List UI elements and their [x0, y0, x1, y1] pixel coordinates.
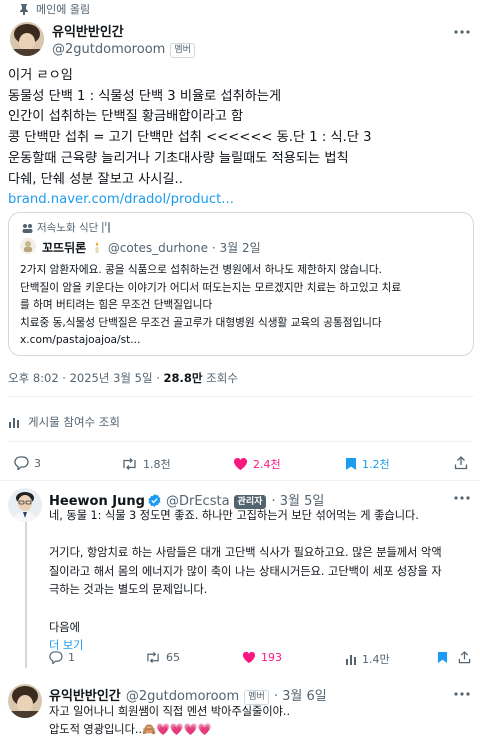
retweet-button[interactable]: 65	[145, 651, 180, 664]
bar-chart-icon	[8, 416, 20, 428]
retweet-count: 1.8천	[143, 458, 171, 471]
pin-icon	[18, 3, 30, 15]
reply-line	[49, 526, 442, 545]
bookmark-button[interactable]: 1.2천	[345, 456, 390, 472]
reply-header: 유익반반인간 @2gutdomoroom 멤버 · 3월 6일	[49, 685, 327, 705]
reply-author-name[interactable]: 유익반반인간	[49, 689, 121, 704]
reply-text: 네, 동물 1: 식물 3 정도면 좋죠. 하나만 고집하는거 보단 섞어먹는 …	[49, 507, 442, 656]
reply-text: 자고 일어나니 희원쌤이 직접 멘션 박아주실줄이야.. 압도적 영광입니다..…	[49, 703, 290, 739]
more-options-icon[interactable]	[454, 496, 470, 500]
reply-line-with-emoji: 압도적 영광입니다..🙈💗💗💗💗	[49, 721, 290, 739]
reply-line	[49, 600, 442, 619]
reply-line: 압도적 영광입니다..	[49, 723, 143, 736]
retweet-button[interactable]: 1.8천	[121, 456, 171, 472]
quoted-line: 단백질이 암을 키운다는 이야기가 어디서 떠도는지는 모르겠지만 치료는 하고…	[20, 281, 402, 294]
author-handle[interactable]: @2gutdomoroom	[52, 42, 165, 57]
verified-badge-icon	[148, 494, 161, 507]
tweet-line: 동물성 단백 1 : 식물성 단백 3 비율로 섭취하는게	[8, 88, 282, 104]
bookmark-filled-icon[interactable]	[437, 651, 448, 664]
reply-count: 1	[68, 651, 75, 664]
like-button[interactable]: 2.4천	[233, 456, 281, 472]
reply-count: 3	[34, 456, 41, 470]
reply-line: 극하는 것과는 별도의 문제입니다.	[49, 583, 208, 597]
quoted-date[interactable]: · 3월 2일	[212, 241, 261, 255]
like-count: 2.4천	[253, 458, 281, 471]
retweet-count: 65	[166, 651, 180, 664]
pinned-label: 메인에 올림	[36, 3, 91, 16]
quoted-line: 를 하며 버티려는 힘은 무조건 단백질입니다	[20, 299, 213, 312]
tweet-line: 인간이 섭취하는 단백질 황금배합이라고 함	[8, 109, 244, 125]
bookmark-filled-icon	[345, 457, 362, 471]
quoted-line: 2가지 암환자에요. 콩을 식품으로 섭취하는건 병원에서 하나도 제한하지 않…	[20, 264, 383, 276]
views-count: 1.4만	[362, 653, 390, 666]
more-options-icon[interactable]	[454, 30, 470, 34]
member-badge: 멤버	[170, 43, 195, 58]
reply-line: 자고 일어나니 희원쌤이 직접 멘션 박아주실줄이야..	[49, 705, 291, 718]
share-icon[interactable]	[454, 456, 468, 470]
candle-icon	[93, 242, 101, 253]
retweet-icon	[121, 457, 143, 471]
divider	[8, 396, 474, 397]
tweet-line: 다쉐, 단쉐 성분 잘보고 사시길..	[8, 171, 183, 187]
bookmark-count: 1.2천	[362, 458, 390, 471]
thread-line	[25, 522, 27, 668]
divider	[0, 480, 480, 481]
community-name: 저속노화 식단	[37, 222, 99, 234]
reply-line: 네, 동물 1: 식물 3 정도면 좋죠. 하나만 고집하는거 보단 섞어먹는 …	[49, 509, 419, 522]
cutlery-icon	[101, 222, 111, 233]
reply-line: 질이라고 해서 몸의 에너지가 많이 축이 나는 상태시거든요. 고단백이 세포…	[49, 564, 442, 578]
quoted-avatar[interactable]	[20, 238, 36, 254]
quoted-author-name[interactable]: 꼬뜨뒤론	[42, 241, 86, 255]
emoji: 🙈💗💗💗💗	[142, 723, 212, 736]
reply-handle[interactable]: @2gutdomoroom	[126, 689, 239, 704]
heart-filled-icon	[242, 651, 261, 664]
reply-date[interactable]: · 3월 6일	[274, 689, 327, 704]
reply-button[interactable]: 3	[14, 456, 41, 470]
reply-button[interactable]: 1	[49, 651, 75, 664]
reply-line: 거기다, 항암치료 하는 사람들은 대개 고단백 식사가 필요하고요. 많은 분…	[49, 546, 442, 560]
bar-chart-icon	[345, 653, 362, 665]
quoted-link[interactable]: x.com/pastajoajoa/st...	[20, 332, 401, 350]
avatar[interactable]	[8, 684, 42, 718]
share-icon[interactable]	[458, 651, 471, 664]
quoted-line: 치료중 동,식물성 단백질은 무조건 골고루가 대형병원 식생활 교육의 공통점…	[20, 316, 382, 329]
quoted-text: 2가지 암환자에요. 콩을 식품으로 섭취하는건 병원에서 하나도 제한하지 않…	[20, 262, 401, 350]
views-count: 28.8만	[163, 371, 203, 385]
reply-icon	[49, 651, 68, 664]
author-handle-row: @2gutdomoroom 멤버	[52, 38, 195, 58]
reply-line: 다음에	[49, 620, 80, 634]
retweet-icon	[145, 651, 166, 664]
tweet-text: 이거 ㄹㅇ임 동물성 단백 1 : 식물성 단백 3 비율로 섭취하는게 인간이…	[8, 66, 372, 211]
timestamp[interactable]: 오후 8:02 · 2025년 3월 5일 ·	[8, 371, 164, 385]
heart-filled-icon	[233, 457, 253, 471]
tweet-line: 콩 단백만 섭취 = 고기 단백만 섭취 <<<<<< 동.단 1 : 식.단 …	[8, 130, 372, 146]
tweet-line: 이거 ㄹㅇ임	[8, 68, 73, 83]
community-label[interactable]: 저속노화 식단	[22, 220, 111, 235]
like-count: 193	[261, 651, 282, 664]
timestamp-row: 오후 8:02 · 2025년 3월 5일 · 28.8만 조회수	[8, 370, 238, 386]
views-button[interactable]: 1.4만	[345, 651, 390, 667]
tweet-line: 운동할때 근육량 늘리거나 기초대사량 늘릴때도 적용되는 법칙	[8, 150, 349, 166]
more-options-icon[interactable]	[454, 692, 470, 696]
tweet-link[interactable]: brand.naver.com/dradol/product...	[8, 190, 372, 211]
engagement-label: 게시물 참여수 조회	[28, 415, 120, 429]
reply-icon	[14, 456, 34, 470]
community-icon	[22, 223, 33, 233]
divider	[8, 441, 474, 442]
like-button[interactable]: 193	[242, 651, 282, 664]
quoted-handle[interactable]: @cotes_durhone	[108, 241, 208, 255]
avatar[interactable]	[8, 488, 42, 522]
quoted-author-row: 꼬뜨뒤론 @cotes_durhone · 3월 2일	[42, 239, 261, 256]
views-label: 조회수	[202, 371, 238, 385]
engagement-link[interactable]: 게시물 참여수 조회	[8, 414, 120, 430]
avatar[interactable]	[10, 22, 44, 56]
